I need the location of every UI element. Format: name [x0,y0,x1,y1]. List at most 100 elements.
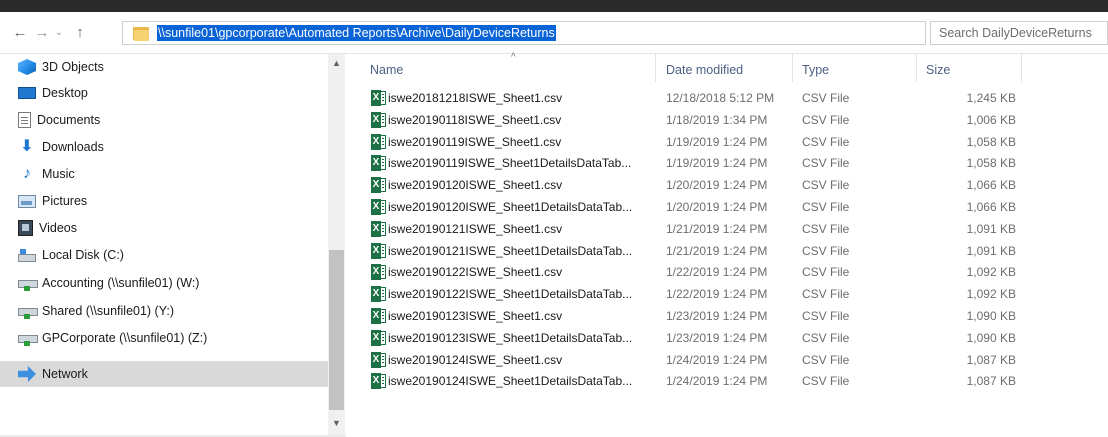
file-row[interactable]: Xiswe20190120ISWE_Sheet1.csv 1/20/2019 1:… [346,175,1108,195]
sidebar-item[interactable]: Pictures [0,188,328,214]
file-date-modified: 1/19/2019 1:24 PM [666,134,768,149]
sidebar-item[interactable]: GPCorporate (\\sunfile01) (Z:) [0,325,328,351]
file-row[interactable]: Xiswe20190121ISWE_Sheet1.csv 1/21/2019 1:… [346,219,1108,239]
column-header-type[interactable]: Type [802,63,829,77]
file-size: 1,058 KB [966,156,1016,171]
search-input[interactable] [931,22,1107,44]
column-divider[interactable] [1021,54,1022,82]
sidebar-item[interactable]: Local Disk (C:) [0,242,328,268]
file-size: 1,066 KB [966,200,1016,214]
file-size: 1,091 KB [966,221,1016,236]
pictures-icon [18,194,36,208]
file-size: 1,091 KB [966,243,1016,258]
navigation-pane: 3D Objects Desktop Documents ⬇ Downloads ♪ Mus… [0,54,345,437]
address-path[interactable]: \\sunfile01\gpcorporate\Automated Report… [157,25,556,41]
file-row[interactable]: Xiswe20190121ISWE_Sheet1DetailsDataTab..… [346,241,1108,261]
file-list-pane: ^ Name Date modified Type Size Xiswe2018… [346,52,1108,437]
sidebar-item-label: Downloads [42,140,104,154]
file-row[interactable]: Xiswe20190118ISWE_Sheet1.csv 1/18/2019 1:… [346,110,1108,130]
file-name[interactable]: iswe20190124ISWE_Sheet1DetailsDataTab... [388,374,632,388]
file-size: 1,058 KB [966,134,1016,149]
file-name[interactable]: iswe20190119ISWE_Sheet1DetailsDataTab... [388,156,631,170]
local-disk-icon [18,249,36,262]
file-date-modified: 1/22/2019 1:24 PM [666,265,768,280]
column-header-name[interactable]: Name [370,63,403,77]
file-row[interactable]: Xiswe20181218ISWE_Sheet1.csv 12/18/2018 5… [346,88,1108,108]
network-drive-icon [18,308,38,319]
excel-csv-icon: X [371,351,386,368]
file-name[interactable]: iswe20190121ISWE_Sheet1DetailsDataTab... [388,244,632,258]
file-name[interactable]: iswe20190120ISWE_Sheet1.csv [388,178,562,192]
downloads-icon: ⬇ [20,138,34,155]
file-date-modified: 1/22/2019 1:24 PM [666,287,768,302]
file-row[interactable]: Xiswe20190120ISWE_Sheet1DetailsDataTab..… [346,197,1108,217]
address-bar[interactable]: \\sunfile01\gpcorporate\Automated Report… [122,21,1048,45]
file-size: 1,087 KB [966,352,1016,367]
file-row[interactable]: Xiswe20190123ISWE_Sheet1DetailsDataTab..… [346,328,1108,348]
file-size: 1,092 KB [966,265,1016,280]
file-type: CSV File [802,200,850,214]
sidebar-item[interactable]: ⬇ Downloads [0,134,328,160]
sidebar-item[interactable]: 3D Objects [0,54,328,80]
file-name[interactable]: iswe20190122ISWE_Sheet1DetailsDataTab... [388,287,632,301]
sidebar-item-label: Accounting (\\sunfile01) (W:) [42,276,200,290]
file-name[interactable]: iswe20190119ISWE_Sheet1.csv [388,135,561,149]
file-type: CSV File [802,243,850,258]
up-one-level-button[interactable]: ↑ [70,22,90,42]
network-drive-icon [18,335,38,346]
file-name[interactable]: iswe20190122ISWE_Sheet1.csv [388,265,562,279]
back-button[interactable]: ← [10,22,30,42]
file-date-modified: 1/19/2019 1:24 PM [666,156,768,171]
file-date-modified: 1/20/2019 1:24 PM [666,200,768,214]
file-type: CSV File [802,374,850,389]
file-row[interactable]: Xiswe20190124ISWE_Sheet1.csv 1/24/2019 1:… [346,350,1108,370]
file-row[interactable]: Xiswe20190122ISWE_Sheet1.csv 1/22/2019 1:… [346,262,1108,282]
column-divider[interactable] [792,54,793,82]
file-row[interactable]: Xiswe20190122ISWE_Sheet1DetailsDataTab..… [346,284,1108,304]
sidebar-item[interactable]: Documents [0,107,328,133]
column-divider[interactable] [655,54,656,82]
window-top-band [0,0,1108,12]
file-row[interactable]: Xiswe20190123ISWE_Sheet1.csv 1/23/2019 1:… [346,306,1108,326]
sidebar-item-label: GPCorporate (\\sunfile01) (Z:) [42,331,208,345]
file-date-modified: 12/18/2018 5:12 PM [666,91,775,105]
sidebar-item-label: Pictures [42,194,88,208]
file-row[interactable]: Xiswe20190119ISWE_Sheet1DetailsDataTab..… [346,153,1108,173]
network-icon [18,366,36,382]
file-name[interactable]: iswe20190124ISWE_Sheet1.csv [388,353,562,367]
sidebar-item[interactable]: ♪ Music [0,161,328,187]
file-name[interactable]: iswe20190121ISWE_Sheet1.csv [388,222,562,236]
file-date-modified: 1/23/2019 1:24 PM [666,330,768,345]
sidebar-item[interactable]: Desktop [0,80,328,106]
file-row[interactable]: Xiswe20190124ISWE_Sheet1DetailsDataTab..… [346,371,1108,391]
forward-button[interactable]: → [32,22,52,42]
file-name[interactable]: iswe20181218ISWE_Sheet1.csv [388,91,562,105]
file-name[interactable]: iswe20190120ISWE_Sheet1DetailsDataTab... [388,200,632,214]
file-name[interactable]: iswe20190123ISWE_Sheet1.csv [388,309,562,323]
scroll-up-icon[interactable]: ▲ [332,58,341,68]
file-row[interactable]: Xiswe20190119ISWE_Sheet1.csv 1/19/2019 1:… [346,132,1108,152]
sidebar-item-label: Music [42,167,75,181]
scrollbar-thumb[interactable] [329,250,344,410]
excel-csv-icon: X [371,242,386,259]
file-name[interactable]: iswe20190118ISWE_Sheet1.csv [388,113,561,127]
sidebar-item-label: Documents [37,113,101,127]
scroll-down-icon[interactable]: ▼ [332,418,341,428]
sidebar-item[interactable]: Videos [0,215,328,241]
excel-csv-icon: X [371,308,386,324]
file-date-modified: 1/23/2019 1:24 PM [666,309,768,323]
sidebar-item[interactable]: Network [0,361,328,387]
recent-locations-button[interactable]: ⌄ [52,22,66,42]
excel-csv-icon: X [371,177,386,194]
column-header-size[interactable]: Size [926,63,950,77]
excel-csv-icon: X [371,90,386,106]
column-header-date-modified[interactable]: Date modified [666,63,743,77]
search-box[interactable] [930,21,1108,45]
network-drive-icon [18,280,38,291]
column-divider[interactable] [916,54,917,82]
sidebar-item-label: Shared (\\sunfile01) (Y:) [42,304,175,318]
sidebar-item[interactable]: Accounting (\\sunfile01) (W:) [0,270,328,296]
navigation-scrollbar[interactable]: ▲ ▼ [328,54,345,437]
file-name[interactable]: iswe20190123ISWE_Sheet1DetailsDataTab... [388,331,632,345]
sidebar-item[interactable]: Shared (\\sunfile01) (Y:) [0,298,328,324]
